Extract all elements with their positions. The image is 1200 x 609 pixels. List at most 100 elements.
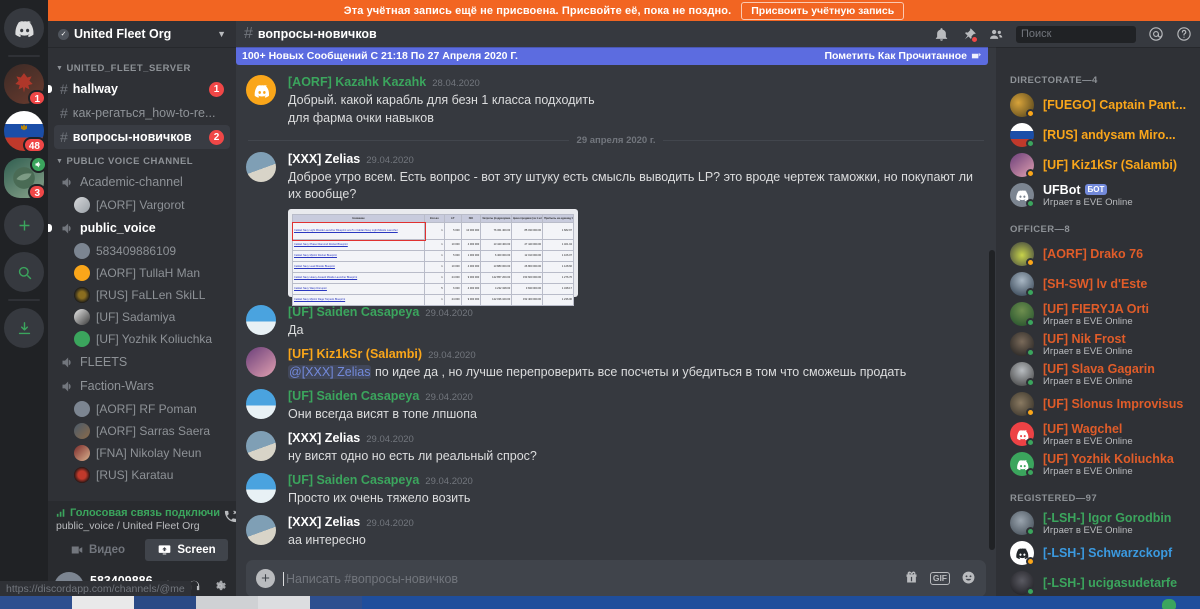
server-icon-russia[interactable]: 48 (4, 111, 46, 153)
avatar[interactable] (246, 431, 276, 461)
voice-member[interactable]: [AORF] RF Poman (68, 398, 230, 420)
message-scrollbar[interactable] (989, 50, 995, 550)
gift-icon[interactable] (904, 570, 919, 588)
avatar[interactable] (246, 473, 276, 503)
server-icon-united-fleet-org[interactable]: 3 (4, 156, 47, 200)
new-messages-bar[interactable]: 100+ Новых Сообщений С 21:18 По 27 Апрел… (236, 47, 988, 65)
category-public-voice-channel[interactable]: ▼ PUBLIC VOICE CHANNEL (48, 149, 236, 170)
member-row[interactable]: [UF] Slava Gagarin Играет в EVE Online (996, 359, 1200, 389)
help-icon[interactable] (1176, 26, 1192, 42)
member-row[interactable]: [UF] Yozhik Koliuchka Играет в EVE Onlin… (996, 449, 1200, 479)
message-author[interactable]: [XXX] Zelias (288, 152, 360, 167)
emoji-icon[interactable] (961, 570, 976, 588)
taskbar-item[interactable] (196, 596, 258, 609)
member-row[interactable]: [FUEGO] Captain Pant... (996, 90, 1200, 120)
sidebar-voice-public-voice[interactable]: public_voice (54, 216, 230, 240)
message-author[interactable]: [UF] Kiz1kSr (Salambi) (288, 347, 422, 362)
sidebar-voice-academic-channel[interactable]: Academic-channel (54, 170, 230, 194)
message-author[interactable]: [AORF] Kazahk Kazahk (288, 75, 426, 90)
message-author[interactable]: [UF] Saiden Casapeya (288, 473, 419, 488)
sidebar-channel-hallway[interactable]: # hallway 1 (54, 77, 230, 101)
voice-member[interactable]: 583409886109 (68, 240, 230, 262)
sidebar-channel-voprosy-novichkov[interactable]: # вопросы-новичков 2 (54, 125, 230, 149)
avatar[interactable] (246, 389, 276, 419)
explore-servers-search-icon[interactable] (4, 252, 44, 292)
message[interactable]: [XXX] Zelias 29.04.2020 ну висят одно но… (236, 425, 996, 467)
message[interactable]: [UF] Kiz1kSr (Salambi) 29.04.2020 @[XXX]… (236, 341, 996, 383)
attach-file-icon[interactable]: + (256, 569, 275, 588)
avatar[interactable] (246, 75, 276, 105)
member-row[interactable]: [AORF] Drako 76 (996, 239, 1200, 269)
message-author[interactable]: [XXX] Zelias (288, 431, 360, 446)
member-row[interactable]: [UF] Kiz1kSr (Salambi) (996, 150, 1200, 180)
message-author[interactable]: [UF] Saiden Casapeya (288, 389, 419, 404)
message-input[interactable] (283, 571, 896, 586)
member-row[interactable]: [-LSH-] Schwarzckopf (996, 538, 1200, 568)
voice-member[interactable]: [AORF] Vargorot (68, 194, 230, 216)
message[interactable]: [XXX] Zelias 29.04.2020 Доброе утро всем… (236, 146, 996, 306)
channel-list[interactable]: ▼ UNITED_FLEET_SERVER # hallway 1 # как-… (48, 47, 236, 501)
avatar[interactable] (246, 152, 276, 182)
voice-member[interactable]: [RUS] FaLLen SkiLL (68, 284, 230, 306)
voice-member[interactable]: [AORF] TullaH Man (68, 262, 230, 284)
member-row[interactable]: [UF] FIERYJA Orti Играет в EVE Online (996, 299, 1200, 329)
new-messages-text: 100+ Новых Сообщений С 21:18 По 27 Апрел… (242, 50, 518, 62)
sidebar-voice-fleets[interactable]: FLEETS (54, 350, 230, 374)
guild-header[interactable]: ✓ United Fleet Org ▼ (48, 21, 236, 47)
tray-icon[interactable] (1162, 599, 1176, 609)
search-input[interactable] (1021, 28, 1163, 40)
message-area[interactable]: 100+ Новых Сообщений С 21:18 По 27 Апрел… (236, 47, 996, 560)
member-row[interactable]: [-LSH-] ucigasudetarfe (996, 568, 1200, 597)
voice-member[interactable]: [FNA] Nikolay Neun (68, 442, 230, 464)
mark-as-read-label[interactable]: Пометить Как Прочитанное (824, 50, 967, 62)
message-author[interactable]: [XXX] Zelias (288, 515, 360, 530)
mark-read-icon[interactable] (971, 51, 982, 62)
message-author[interactable]: [UF] Saiden Casapeya (288, 305, 419, 320)
voice-member[interactable]: [UF] Yozhik Koliuchka (68, 328, 230, 350)
member-row[interactable]: [UF] Nik Frost Играет в EVE Online (996, 329, 1200, 359)
member-row-bot[interactable]: UFBot БОТ Играет в EVE Online (996, 180, 1200, 210)
member-row[interactable]: [-LSH-] Igor Gorodbin Играет в EVE Onlin… (996, 508, 1200, 538)
mention-icon[interactable] (1148, 26, 1164, 42)
pin-icon[interactable] (961, 27, 978, 43)
member-row[interactable]: [UF] Slonus Improvisus (996, 389, 1200, 419)
sidebar-channel-how-to-register[interactable]: # как-регаться_how-to-re... (54, 101, 230, 125)
server-icon-eagle[interactable]: 1 (4, 64, 46, 106)
screen-share-button[interactable]: Screen (145, 539, 228, 561)
category-united-fleet-server[interactable]: ▼ UNITED_FLEET_SERVER (48, 56, 236, 77)
home-button[interactable] (4, 8, 44, 48)
message[interactable]: [AORF] Kazahk Kazahk 28.04.2020 Добрый. … (236, 69, 996, 129)
members-icon[interactable] (988, 27, 1004, 42)
taskbar-item[interactable] (134, 596, 196, 609)
taskbar-item[interactable] (72, 596, 134, 609)
gif-picker-button[interactable]: GIF (929, 572, 950, 585)
message[interactable]: [UF] Saiden Casapeya 29.04.2020 Они всег… (236, 383, 996, 425)
taskbar-item[interactable] (310, 596, 362, 609)
message-composer[interactable]: + GIF (246, 560, 986, 597)
member-row[interactable]: [RUS] andysam Miro... (996, 120, 1200, 150)
avatar[interactable] (246, 305, 276, 335)
message-attachment-image[interactable]: Название Кол-во LP ISK Затраты (подразум… (288, 209, 578, 306)
add-server-button[interactable] (4, 205, 44, 245)
claim-account-button[interactable]: Присвоить учётную запись (741, 1, 905, 20)
user-mention[interactable]: @[XXX] Zelias (288, 365, 372, 379)
member-row[interactable]: [UF] Wagchel Играет в EVE Online (996, 419, 1200, 449)
voice-member[interactable]: [UF] Sadamiya (68, 306, 230, 328)
member-list[interactable]: DIRECTORATE—4 [FUEGO] Captain Pant... [R… (996, 47, 1200, 597)
member-row[interactable]: [SH-SW] lv d'Este (996, 269, 1200, 299)
taskbar-item[interactable] (258, 596, 310, 609)
search-box[interactable] (1016, 25, 1163, 43)
message[interactable]: [XXX] Zelias 29.04.2020 аа интересно (236, 509, 996, 551)
message[interactable]: [UF] Saiden Casapeya 29.04.2020 Да (236, 299, 996, 341)
message[interactable]: [UF] Saiden Casapeya 29.04.2020 Просто и… (236, 467, 996, 509)
download-apps-button[interactable] (4, 308, 44, 348)
taskbar-start[interactable] (0, 596, 72, 609)
avatar[interactable] (246, 515, 276, 545)
os-taskbar[interactable] (0, 596, 1200, 609)
voice-member[interactable]: [RUS] Karatau (68, 464, 230, 486)
sidebar-voice-faction-wars[interactable]: Faction-Wars (54, 374, 230, 398)
bell-icon[interactable] (934, 27, 949, 42)
video-button[interactable]: Видео (56, 539, 139, 561)
voice-member[interactable]: [AORF] Sarras Saera (68, 420, 230, 442)
avatar[interactable] (246, 347, 276, 377)
